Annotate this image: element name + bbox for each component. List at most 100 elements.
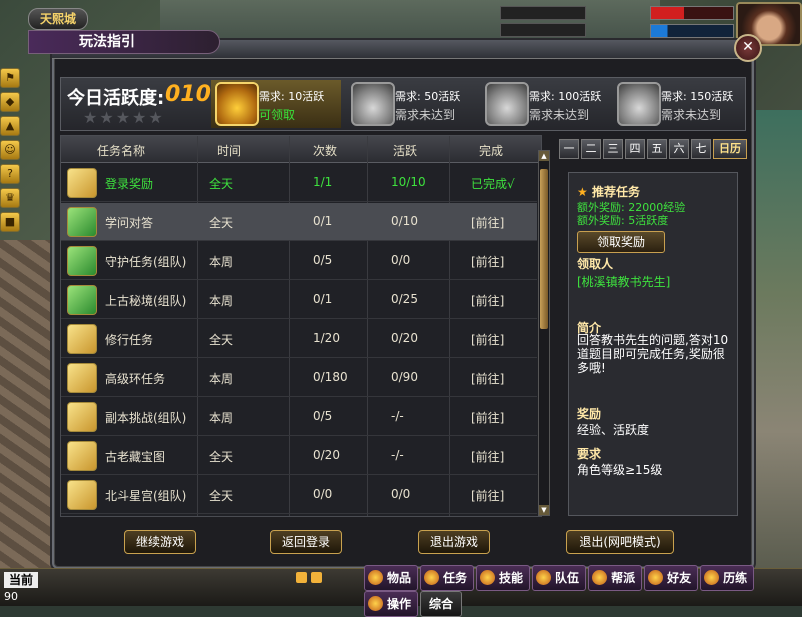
task-time: 本周 xyxy=(209,255,234,269)
tab-day-2[interactable]: 二 xyxy=(581,139,601,159)
tab-day-5[interactable]: 五 xyxy=(647,139,667,159)
task-go-link[interactable]: [前往] xyxy=(471,292,504,309)
task-go-link[interactable]: [前往] xyxy=(471,331,504,348)
scroll-icon xyxy=(67,168,97,198)
header-count: 次数 xyxy=(313,144,338,158)
task-row[interactable]: 学问对答 全天 0/1 0/10 [前往] xyxy=(61,203,537,241)
task-row[interactable]: 副本挑战(组队) 本周 0/5 -/- [前往] xyxy=(61,398,537,436)
task-go-link[interactable]: [前往] xyxy=(471,253,504,270)
mp-bar xyxy=(650,24,734,38)
menu-label: 物品 xyxy=(387,571,412,585)
silver-chest-icon xyxy=(351,82,395,126)
tab-day-1[interactable]: 一 xyxy=(559,139,579,159)
task-row[interactable]: 守护任务(组队) 本周 0/5 0/0 [前往] xyxy=(61,242,537,280)
menu-items[interactable]: 物品 xyxy=(364,565,419,591)
chest-requirement: 需求: 100活跃 xyxy=(529,90,602,103)
chest-50[interactable]: 需求: 50活跃 需求未达到 xyxy=(347,80,477,128)
intro-text: 回答教书先生的问题,答对10道题目即可完成任务,奖励很多哦! xyxy=(577,333,729,375)
menu-friends[interactable]: 好友 xyxy=(644,565,699,591)
emote-icon[interactable] xyxy=(296,572,307,583)
items-icon xyxy=(368,570,383,585)
task-count: 0/0 xyxy=(313,487,333,501)
chest-status: 需求未达到 xyxy=(529,108,590,122)
menu-settings[interactable]: 操作 xyxy=(364,591,419,617)
menu-skills[interactable]: 技能 xyxy=(476,565,531,591)
main-menu: 物品 任务 技能 队伍 帮派 好友 历练操作 综合 xyxy=(364,565,802,617)
city-name-tag[interactable]: 天熙城 xyxy=(28,8,88,30)
scroll-up-arrow-icon[interactable]: ▲ xyxy=(539,151,549,161)
task-go-link[interactable]: [前往] xyxy=(471,487,504,504)
task-time: 本周 xyxy=(209,372,234,386)
chest-100[interactable]: 需求: 100活跃 需求未达到 xyxy=(481,80,611,128)
menu-quests[interactable]: 任务 xyxy=(420,565,475,591)
task-activity: -/- xyxy=(391,448,404,462)
task-name: 学问对答 xyxy=(105,216,154,230)
chest-10[interactable]: 需求: 10活跃 可领取 xyxy=(211,80,341,128)
gem-icon[interactable]: ◆ xyxy=(0,92,20,112)
exit-cafe-mode-button[interactable]: 退出(网吧模式) xyxy=(566,530,674,554)
tab-day-3[interactable]: 三 xyxy=(603,139,623,159)
scroll-thumb[interactable] xyxy=(540,169,548,329)
settings-icon xyxy=(368,596,383,611)
task-name: 古老藏宝图 xyxy=(105,450,166,464)
tab-day-4[interactable]: 四 xyxy=(625,139,645,159)
people-icon[interactable]: ☺ xyxy=(0,140,20,160)
require-heading: 要求 xyxy=(577,447,602,461)
reward-text: 经验、活跃度 xyxy=(577,423,650,437)
trophy-icon[interactable]: ♛ xyxy=(0,188,20,208)
menu-team[interactable]: 队伍 xyxy=(532,565,587,591)
tab-calendar[interactable]: 日历 xyxy=(713,139,747,159)
target-bars xyxy=(500,6,586,37)
quest-icon xyxy=(424,570,440,585)
task-row[interactable]: 古老藏宝图 全天 0/20 -/- [前往] xyxy=(61,437,537,475)
claim-reward-button[interactable]: 领取奖励 xyxy=(577,231,665,253)
task-go-link[interactable]: [前往] xyxy=(471,214,504,231)
scroll-icon xyxy=(67,246,97,276)
continue-game-button[interactable]: 继续游戏 xyxy=(124,530,196,554)
chat-icon[interactable]: ■ xyxy=(0,212,20,232)
task-count: 0/5 xyxy=(313,409,333,423)
task-row[interactable]: 北斗星宫(组队) 全天 0/0 0/0 [前往] xyxy=(61,476,537,514)
activity-value: 010 xyxy=(165,82,211,107)
chest-150[interactable]: 需求: 150活跃 需求未达到 xyxy=(613,80,743,128)
tab-day-7[interactable]: 七 xyxy=(691,139,711,159)
help-icon[interactable]: ? xyxy=(0,164,20,184)
menu-training[interactable]: 历练 xyxy=(700,565,755,591)
current-channel-button[interactable]: 当前 xyxy=(4,572,38,588)
task-go-link[interactable]: 已完成√ xyxy=(471,175,515,192)
task-activity: 0/20 xyxy=(391,331,418,345)
exit-game-button[interactable]: 退出游戏 xyxy=(418,530,490,554)
task-go-link[interactable]: [前往] xyxy=(471,370,504,387)
require-text: 角色等级≥15级 xyxy=(577,463,663,477)
silver-chest-icon xyxy=(617,82,661,126)
task-go-link[interactable]: [前往] xyxy=(471,409,504,426)
menu-label: 技能 xyxy=(499,571,524,585)
chest-requirement: 需求: 150活跃 xyxy=(661,90,734,103)
player-vitals xyxy=(650,6,734,40)
task-name: 高级环任务 xyxy=(105,372,166,386)
task-row[interactable]: 上古秘境(组队) 本周 0/1 0/25 [前往] xyxy=(61,281,537,319)
task-go-link[interactable]: [前往] xyxy=(471,448,504,465)
task-activity: -/- xyxy=(391,409,404,423)
scroll-down-arrow-icon[interactable]: ▼ xyxy=(539,505,549,515)
task-row[interactable]: 高级环任务 本周 0/180 0/90 [前往] xyxy=(61,359,537,397)
bonus-activity: 额外奖励: 5活跃度 xyxy=(577,214,669,227)
menu-label: 帮派 xyxy=(611,571,636,585)
task-row[interactable]: 登录奖励 全天 1/1 10/10 已完成√ xyxy=(61,164,537,202)
close-button[interactable]: ✕ xyxy=(734,34,762,62)
emote-icon[interactable] xyxy=(311,572,322,583)
chest-status: 需求未达到 xyxy=(661,108,722,122)
task-name: 北斗星宫(组队) xyxy=(105,489,187,503)
chest-status: 可领取 xyxy=(259,108,296,122)
bag-icon[interactable]: ▲ xyxy=(0,116,20,136)
task-scrollbar[interactable]: ▲ ▼ xyxy=(538,150,550,516)
menu-general[interactable]: 综合 xyxy=(420,591,463,617)
menu-guild[interactable]: 帮派 xyxy=(588,565,643,591)
task-row[interactable]: 修行任务 全天 1/20 0/20 [前往] xyxy=(61,320,537,358)
flag-icon[interactable]: ⚑ xyxy=(0,68,20,88)
tab-day-6[interactable]: 六 xyxy=(669,139,689,159)
scroll-icon xyxy=(67,402,97,432)
activity-label: 今日活跃度: xyxy=(67,88,165,109)
back-to-login-button[interactable]: 返回登录 xyxy=(270,530,342,554)
receiver-link[interactable]: [桃溪镇教书先生] xyxy=(577,273,670,290)
